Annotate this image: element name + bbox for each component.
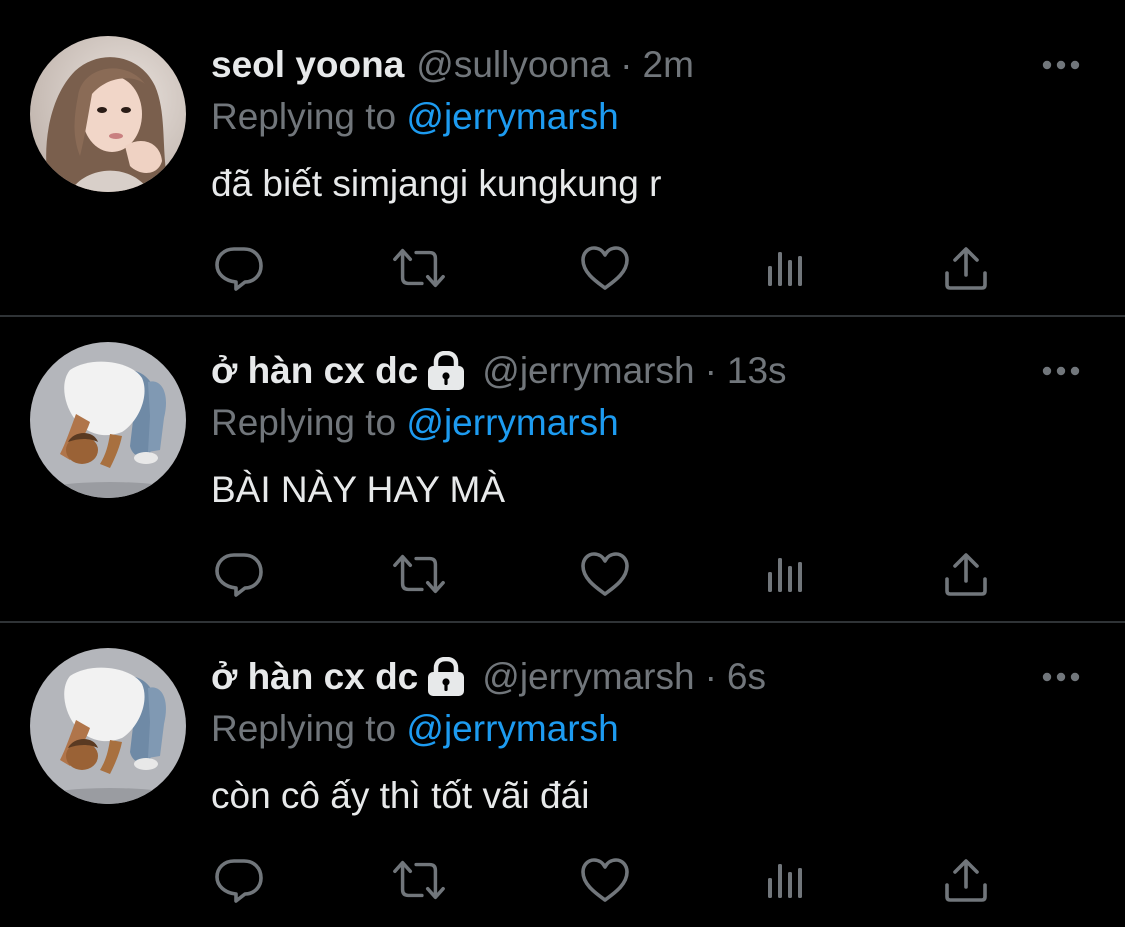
- retweet-button[interactable]: [391, 240, 447, 296]
- like-button[interactable]: [577, 546, 633, 602]
- tweet-text: đã biết simjangi kungkung r: [211, 163, 662, 204]
- avatar[interactable]: [30, 36, 186, 192]
- avatar[interactable]: [30, 648, 186, 804]
- display-name[interactable]: ở hàn cx dc: [211, 652, 418, 702]
- share-icon: [945, 247, 987, 290]
- replying-to-label: Replying to: [211, 96, 397, 137]
- reply-icon: [215, 553, 263, 597]
- retweet-button[interactable]: [391, 852, 447, 908]
- username[interactable]: @sullyoona: [416, 40, 610, 90]
- replying-to: Replying to @jerrymarsh: [211, 94, 619, 140]
- retweet-button[interactable]: [391, 546, 447, 602]
- tweet[interactable]: ở hàn cx dc @jerrymarsh · 6s Replying to…: [0, 612, 1125, 918]
- like-icon: [581, 552, 629, 596]
- tweet-header: seol yoona @sullyoona · 2m: [211, 40, 694, 90]
- share-button[interactable]: [938, 546, 994, 602]
- protected-lock-icon: [424, 350, 468, 391]
- timestamp[interactable]: 6s: [727, 652, 766, 702]
- more-options-button[interactable]: [1036, 40, 1086, 90]
- share-button[interactable]: [938, 240, 994, 296]
- analytics-button[interactable]: [758, 546, 814, 602]
- tweet-header: ở hàn cx dc @jerrymarsh · 13s: [211, 346, 787, 396]
- reply-button[interactable]: [211, 240, 267, 296]
- more-options-button[interactable]: [1036, 652, 1086, 702]
- analytics-icon: [768, 252, 802, 286]
- reply-button[interactable]: [211, 546, 267, 602]
- replying-to: Replying to @jerrymarsh: [211, 400, 619, 446]
- more-dots-icon: [1042, 60, 1080, 70]
- analytics-icon: [768, 558, 802, 592]
- separator-dot: ·: [704, 656, 717, 697]
- separator-dot: ·: [704, 350, 717, 391]
- timestamp[interactable]: 2m: [643, 40, 694, 90]
- like-button[interactable]: [577, 240, 633, 296]
- tweet-header: ở hàn cx dc @jerrymarsh · 6s: [211, 652, 766, 702]
- display-name[interactable]: seol yoona: [211, 40, 404, 90]
- tweet-text: còn cô ấy thì tốt vãi đái: [211, 775, 590, 816]
- replying-to-link[interactable]: @jerrymarsh: [406, 708, 618, 749]
- tweet[interactable]: ở hàn cx dc @jerrymarsh · 13s Replying t…: [0, 306, 1125, 612]
- protected-lock-icon: [424, 656, 468, 697]
- more-dots-icon: [1042, 672, 1080, 682]
- analytics-button[interactable]: [758, 240, 814, 296]
- tweet[interactable]: seol yoona @sullyoona · 2m Replying to @…: [0, 0, 1125, 306]
- replying-to: Replying to @jerrymarsh: [211, 706, 619, 752]
- more-dots-icon: [1042, 366, 1080, 376]
- like-icon: [581, 246, 629, 290]
- retweet-icon: [393, 860, 445, 900]
- analytics-button[interactable]: [758, 852, 814, 908]
- analytics-icon: [768, 864, 802, 898]
- replying-to-label: Replying to: [211, 402, 397, 443]
- replying-to-link[interactable]: @jerrymarsh: [406, 96, 618, 137]
- share-icon: [945, 859, 987, 902]
- share-icon: [945, 553, 987, 596]
- more-options-button[interactable]: [1036, 346, 1086, 396]
- replying-to-link[interactable]: @jerrymarsh: [406, 402, 618, 443]
- action-bar: [211, 546, 1001, 602]
- action-bar: [211, 240, 1001, 296]
- reply-button[interactable]: [211, 852, 267, 908]
- replying-to-label: Replying to: [211, 708, 397, 749]
- share-button[interactable]: [938, 852, 994, 908]
- display-name[interactable]: ở hàn cx dc: [211, 346, 418, 396]
- action-bar: [211, 852, 1001, 908]
- avatar[interactable]: [30, 342, 186, 498]
- reply-icon: [215, 247, 263, 291]
- reply-icon: [215, 859, 263, 903]
- retweet-icon: [393, 554, 445, 594]
- username[interactable]: @jerrymarsh: [482, 652, 694, 702]
- like-button[interactable]: [577, 852, 633, 908]
- retweet-icon: [393, 248, 445, 288]
- separator-dot: ·: [620, 44, 633, 85]
- like-icon: [581, 858, 629, 902]
- timestamp[interactable]: 13s: [727, 346, 787, 396]
- tweet-text: BÀI NÀY HAY MÀ: [211, 469, 506, 510]
- username[interactable]: @jerrymarsh: [482, 346, 694, 396]
